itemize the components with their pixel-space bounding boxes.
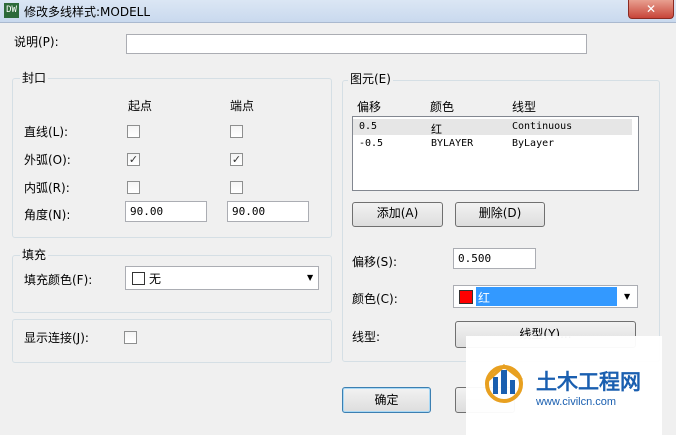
col-linetype-header: 线型	[512, 100, 537, 114]
cap-inner-arc-start-checkbox[interactable]	[127, 181, 140, 194]
color-swatch	[459, 290, 473, 304]
caps-title: 封口	[20, 69, 49, 86]
show-joints-checkbox[interactable]	[124, 331, 137, 344]
fill-color-value: 无	[149, 272, 162, 286]
cap-outer-arc-start-checkbox[interactable]: ✓	[127, 153, 140, 166]
list-item[interactable]: 0.5 红 Continuous	[353, 119, 632, 136]
title-bar: DW 修改多线样式:MODELL ✕	[0, 0, 676, 23]
fill-color-dropdown[interactable]: 无 ▼	[125, 266, 319, 290]
list-item[interactable]: -0.5 BYLAYER ByLayer	[353, 136, 632, 152]
angle-end-input[interactable]: 90.00	[227, 201, 309, 222]
color-label: 颜色(C):	[352, 292, 398, 306]
linetype-label: 线型:	[352, 330, 381, 344]
element-color: 红	[431, 123, 442, 136]
description-label: 说明(P):	[14, 35, 59, 49]
elements-title: 图元(E)	[348, 70, 393, 87]
caps-col-end: 端点	[230, 99, 255, 113]
close-button[interactable]: ✕	[628, 0, 674, 19]
watermark-url: www.civilcn.com	[536, 396, 617, 408]
watermark-brand: 土木工程网	[536, 370, 641, 394]
element-offset: 0.5	[359, 121, 378, 132]
fill-color-swatch	[132, 272, 145, 285]
color-dropdown[interactable]: 红 ▼	[453, 285, 638, 308]
app-icon: DW	[4, 3, 19, 18]
watermark-logo-icon	[485, 364, 523, 403]
col-color-header: 颜色	[430, 100, 455, 114]
col-offset-header: 偏移	[357, 100, 382, 114]
chevron-down-icon: ▼	[307, 273, 314, 282]
add-button[interactable]: 添加(A)	[352, 202, 443, 227]
cap-outer-arc-label: 外弧(O):	[24, 153, 71, 167]
element-linetype: Continuous	[512, 121, 573, 132]
delete-button[interactable]: 删除(D)	[455, 202, 545, 227]
dialog-body: 说明(P): 封口 起点 端点 直线(L): 外弧(O): ✓ ✓ 内弧(R):…	[0, 23, 676, 435]
color-value: 红	[478, 291, 491, 305]
cap-outer-arc-end-checkbox[interactable]: ✓	[230, 153, 243, 166]
offset-input[interactable]: 0.500	[453, 248, 536, 269]
cap-inner-arc-end-checkbox[interactable]	[230, 181, 243, 194]
description-input[interactable]	[126, 34, 587, 54]
element-linetype: ByLayer	[512, 138, 555, 149]
angle-label: 角度(N):	[24, 208, 71, 222]
watermark: 土木工程网 www.civilcn.com	[466, 336, 662, 435]
window-title: 修改多线样式:MODELL	[24, 5, 151, 19]
cap-line-start-checkbox[interactable]	[127, 125, 140, 138]
fill-title: 填充	[20, 246, 49, 263]
elements-list[interactable]: 0.5 红 Continuous -0.5 BYLAYER ByLayer	[352, 116, 639, 191]
offset-label: 偏移(S):	[352, 255, 398, 269]
cap-line-end-checkbox[interactable]	[230, 125, 243, 138]
color-selection-highlight	[476, 287, 617, 306]
element-offset: -0.5	[359, 138, 384, 149]
fill-color-label: 填充颜色(F):	[24, 273, 93, 287]
cap-inner-arc-label: 内弧(R):	[24, 181, 70, 195]
element-color: BYLAYER	[431, 138, 474, 149]
cap-line-label: 直线(L):	[24, 125, 69, 139]
caps-col-start: 起点	[128, 99, 153, 113]
ok-button[interactable]: 确定	[342, 387, 431, 413]
show-joints-label: 显示连接(J):	[24, 331, 89, 345]
angle-start-input[interactable]: 90.00	[125, 201, 207, 222]
chevron-down-icon: ▼	[624, 292, 631, 301]
